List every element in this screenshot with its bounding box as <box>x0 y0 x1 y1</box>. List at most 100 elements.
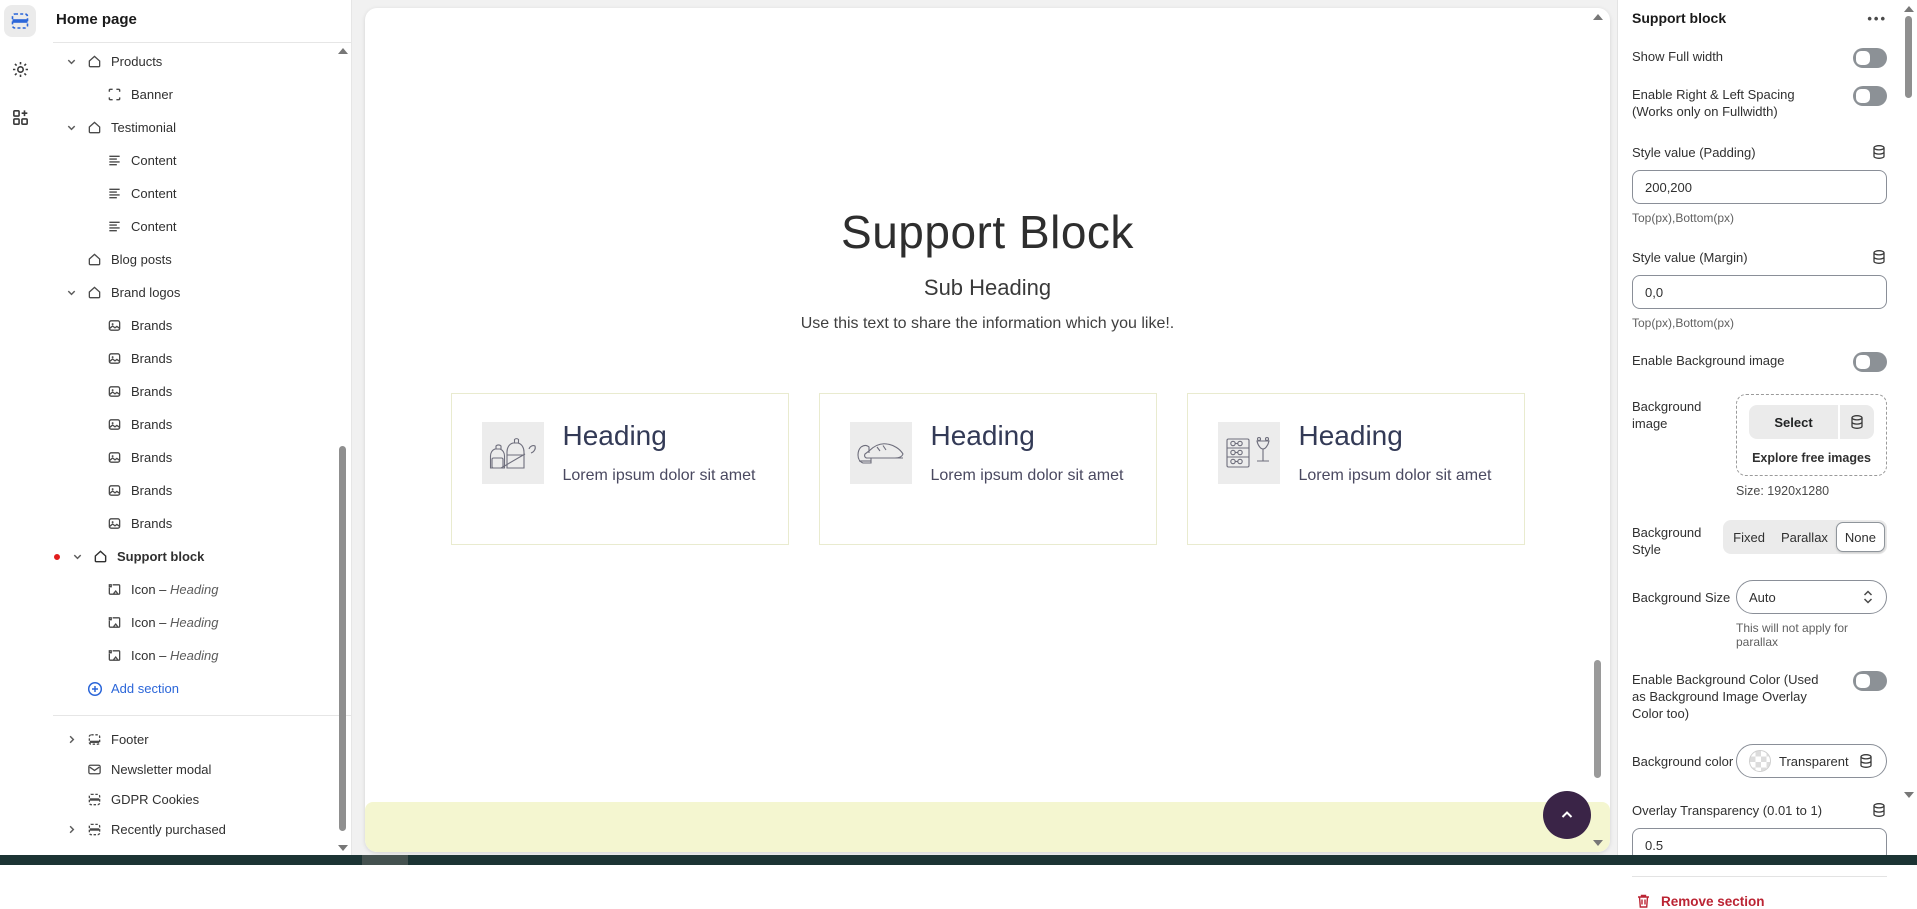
sidebar-item-footer[interactable]: Footer <box>40 724 351 754</box>
remove-section-button[interactable]: Remove section <box>1632 877 1887 909</box>
chevron-right-icon[interactable] <box>64 824 78 835</box>
sidebar-item-brands-5[interactable]: Brands <box>40 441 351 474</box>
sidebar-item-label: Brands <box>131 516 172 531</box>
overlay-transparency-label: Overlay Transparency (0.01 to 1) <box>1632 803 1822 818</box>
enable-bg-image-row: Enable Background image <box>1632 352 1887 372</box>
sidebar-item-icon-heading-2[interactable]: Icon – Heading <box>40 606 351 639</box>
sidebar-item-brands-4[interactable]: Brands <box>40 408 351 441</box>
support-card-2[interactable]: Heading Lorem ipsum dolor sit amet <box>819 393 1157 545</box>
padding-input[interactable] <box>1632 170 1887 204</box>
sidebar-item-blog-posts[interactable]: Blog posts <box>40 243 351 276</box>
image-with-text-icon <box>106 615 123 630</box>
theme-settings-button[interactable] <box>4 53 36 85</box>
sidebar-item-gdpr-cookies[interactable]: GDPR Cookies <box>40 784 351 814</box>
sidebar-item-brands-2[interactable]: Brands <box>40 342 351 375</box>
bg-style-option-none[interactable]: None <box>1836 522 1885 552</box>
bg-style-option-parallax[interactable]: Parallax <box>1773 522 1836 552</box>
chevron-down-icon[interactable] <box>70 551 84 562</box>
section-block-icon <box>86 792 103 807</box>
scrollbar-thumb[interactable] <box>1594 660 1601 778</box>
sidebar-item-brands-1[interactable]: Brands <box>40 309 351 342</box>
enable-bg-image-toggle[interactable] <box>1853 352 1887 372</box>
chevron-up-icon <box>1559 807 1575 823</box>
support-card-3[interactable]: Heading Lorem ipsum dolor sit amet <box>1187 393 1525 545</box>
sidebar-item-content-1[interactable]: Content <box>40 144 351 177</box>
explore-free-images-link[interactable]: Explore free images <box>1749 451 1874 465</box>
app-embeds-button[interactable] <box>4 101 36 133</box>
sidebar-item-label: Brands <box>131 384 172 399</box>
chevron-down-icon[interactable] <box>64 122 78 133</box>
sidebar-item-brands-3[interactable]: Brands <box>40 375 351 408</box>
scroll-up-arrow[interactable] <box>1904 6 1914 12</box>
bg-style-segmented-control: Fixed Parallax None <box>1723 520 1887 554</box>
sidebar-item-content-3[interactable]: Content <box>40 210 351 243</box>
chevron-down-icon[interactable] <box>64 56 78 67</box>
image-icon <box>106 450 123 465</box>
sidebar-item-icon-heading-1[interactable]: Icon – Heading <box>40 573 351 606</box>
sidebar-item-support-block[interactable]: Support block <box>40 540 351 573</box>
banner-brackets-icon <box>106 87 123 102</box>
image-size-note: Size: 1920x1280 <box>1736 484 1887 498</box>
bg-style-label: Background Style <box>1632 520 1723 558</box>
more-options-icon[interactable]: ••• <box>1867 11 1887 26</box>
select-image-button[interactable]: Select <box>1749 405 1874 439</box>
scrollbar-thumb[interactable] <box>339 446 346 831</box>
sidebar-item-brands-7[interactable]: Brands <box>40 507 351 540</box>
bg-size-row: Background Size Auto <box>1632 580 1887 614</box>
bg-image-row: Background image Select Explore free ima… <box>1632 394 1887 476</box>
sidebar-scrollbar[interactable] <box>337 46 349 837</box>
support-card-1[interactable]: Heading Lorem ipsum dolor sit amet <box>451 393 789 545</box>
scroll-down-arrow[interactable] <box>1593 840 1603 846</box>
sidebar-item-label: Products <box>111 54 162 69</box>
sidebar-item-label: Brands <box>131 351 172 366</box>
sidebar-item-newsletter-modal[interactable]: Newsletter modal <box>40 754 351 784</box>
enable-spacing-toggle[interactable] <box>1853 86 1887 106</box>
bg-size-select[interactable]: Auto <box>1736 580 1887 614</box>
support-block-subtitle: Sub Heading <box>365 275 1610 301</box>
add-section-label: Add section <box>111 681 179 696</box>
dynamic-source-icon[interactable] <box>1838 405 1874 439</box>
dynamic-source-icon[interactable] <box>1871 144 1887 160</box>
bg-color-picker[interactable]: Transparent <box>1736 744 1887 778</box>
sidebar-item-recently-purchased[interactable]: Recently purchased <box>40 814 351 844</box>
add-section-button[interactable]: Add section <box>40 672 351 705</box>
scroll-down-arrow[interactable] <box>1904 792 1914 798</box>
dynamic-source-icon[interactable] <box>1858 753 1874 769</box>
sidebar-item-icon-heading-3[interactable]: Icon – Heading <box>40 639 351 672</box>
padding-helper: Top(px),Bottom(px) <box>1632 211 1887 225</box>
dynamic-source-icon[interactable] <box>1871 802 1887 818</box>
margin-input[interactable] <box>1632 275 1887 309</box>
scroll-to-top-button[interactable] <box>1543 791 1591 839</box>
sidebar-item-label: Icon – Heading <box>131 615 218 630</box>
preview-canvas: Support Block Sub Heading Use this text … <box>352 0 1617 855</box>
scroll-up-arrow[interactable] <box>338 48 348 54</box>
chevron-right-icon[interactable] <box>64 734 78 745</box>
show-full-width-toggle[interactable] <box>1853 48 1887 68</box>
sidebar-item-label: Icon – Heading <box>131 582 218 597</box>
enable-bg-color-toggle[interactable] <box>1853 671 1887 691</box>
sidebar-item-products[interactable]: Products <box>40 45 351 78</box>
card-body: Lorem ipsum dolor sit amet <box>563 462 763 489</box>
sidebar-item-testimonial[interactable]: Testimonial <box>40 111 351 144</box>
scrollbar-thumb[interactable] <box>1905 16 1912 98</box>
bg-size-label: Background Size <box>1632 589 1736 606</box>
sections-tab-button[interactable] <box>4 5 36 37</box>
bg-style-option-fixed[interactable]: Fixed <box>1725 522 1773 552</box>
sidebar-item-brands-6[interactable]: Brands <box>40 474 351 507</box>
sidebar-item-banner[interactable]: Banner <box>40 78 351 111</box>
sidebar-item-content-2[interactable]: Content <box>40 177 351 210</box>
dynamic-source-icon[interactable] <box>1871 249 1887 265</box>
preview-scrollbar[interactable] <box>1592 12 1604 848</box>
support-cards: Heading Lorem ipsum dolor sit amet Headi… <box>365 393 1610 545</box>
section-tree: Products Banner Testimonial Content <box>40 43 351 844</box>
preview-page[interactable]: Support Block Sub Heading Use this text … <box>365 8 1610 852</box>
sidebar-item-brand-logos[interactable]: Brand logos <box>40 276 351 309</box>
scroll-up-arrow[interactable] <box>1593 14 1603 20</box>
home-section-icon <box>86 285 103 300</box>
text-lines-icon <box>106 186 123 201</box>
scroll-down-arrow[interactable] <box>338 845 348 851</box>
bg-color-row: Background color Transparent <box>1632 744 1887 778</box>
chevron-down-icon[interactable] <box>64 287 78 298</box>
image-with-text-icon <box>106 648 123 663</box>
panel-scrollbar[interactable] <box>1903 4 1915 855</box>
